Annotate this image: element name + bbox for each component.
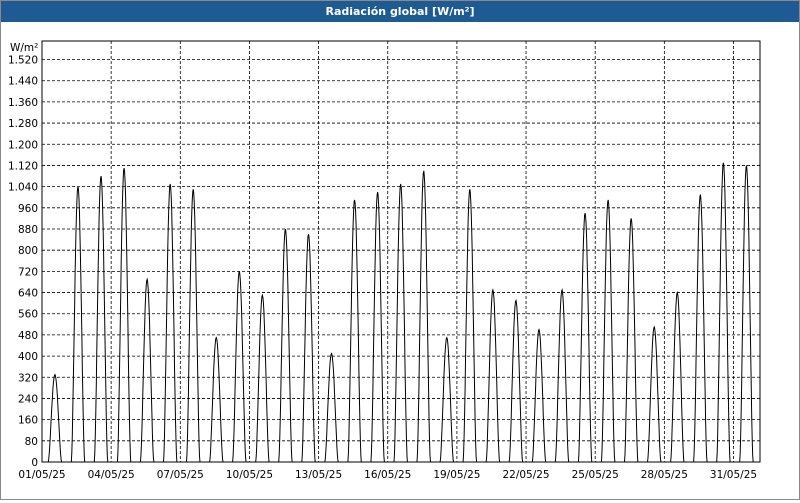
y-tick-label: 560 <box>18 309 38 321</box>
y-tick-label: 640 <box>18 288 38 300</box>
y-tick-label: 1.440 <box>8 76 38 88</box>
y-tick-label: 960 <box>18 203 38 215</box>
radiation-chart: 0 80 160 240 320 400 480 560 640 720 800 880 960 1.04… <box>8 40 761 481</box>
y-tick-label: 880 <box>18 224 38 236</box>
x-tick-label: 04/05/25 <box>88 469 135 481</box>
x-tick-label: 13/05/25 <box>295 469 342 481</box>
y-tick-label: 1.200 <box>8 139 38 151</box>
x-tick-label: 10/05/25 <box>226 469 273 481</box>
y-tick-label: 1.120 <box>8 160 38 172</box>
x-tick-label: 01/05/25 <box>18 469 65 481</box>
y-axis-label: W/m² <box>10 42 38 54</box>
y-tick-label: 1.040 <box>8 182 38 194</box>
x-tick-label: 28/05/25 <box>641 469 688 481</box>
chart-area: 0 80 160 240 320 400 480 560 640 720 800 880 960 1.04… <box>1 23 799 499</box>
y-axis-ticks: 0 80 160 240 320 400 480 560 640 720 800 880 960 1.04… <box>8 55 38 469</box>
y-tick-label: 240 <box>18 393 38 405</box>
x-tick-label: 22/05/25 <box>502 469 549 481</box>
y-tick-label: 1.280 <box>8 118 38 130</box>
y-tick-label: 160 <box>18 415 38 427</box>
y-tick-label: 320 <box>18 372 38 384</box>
y-tick-label: 720 <box>18 266 38 278</box>
y-tick-label: 800 <box>18 245 38 257</box>
chart-title: Radiación global [W/m²] <box>1 1 799 22</box>
x-tick-label: 19/05/25 <box>433 469 480 481</box>
x-axis-ticks: 01/05/25 04/05/25 07/05/25 10/05/25 13/05/25… <box>18 469 757 481</box>
y-tick-label: 480 <box>18 330 38 342</box>
y-tick-label: 1.360 <box>8 97 38 109</box>
y-tick-label: 0 <box>31 457 38 469</box>
chart-window: Radiación global [W/m²] 0 80 160 240 320 400 4… <box>0 0 800 500</box>
y-tick-label: 80 <box>25 436 38 448</box>
x-tick-label: 31/05/25 <box>710 469 757 481</box>
x-tick-label: 25/05/25 <box>572 469 619 481</box>
x-tick-label: 16/05/25 <box>364 469 411 481</box>
x-tick-label: 07/05/25 <box>157 469 204 481</box>
y-tick-label: 1.520 <box>8 55 38 67</box>
y-tick-label: 400 <box>18 351 38 363</box>
